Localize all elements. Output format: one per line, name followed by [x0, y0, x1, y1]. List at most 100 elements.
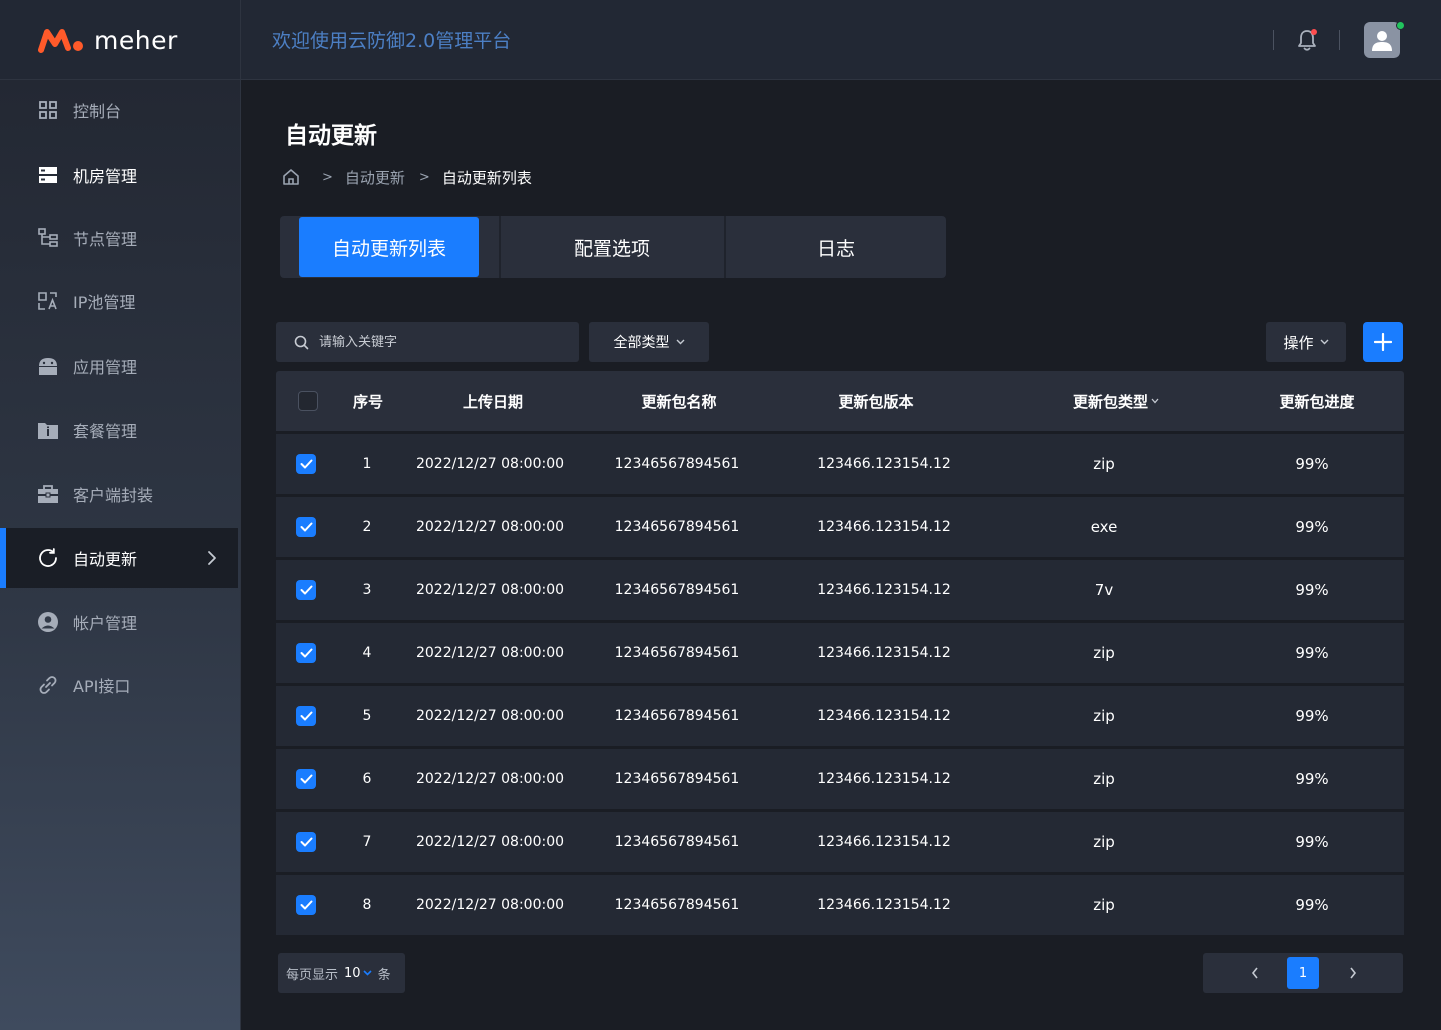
cell-type: zip [1093, 707, 1115, 725]
cell-name: 12346567894561 [614, 645, 740, 661]
row-checkbox[interactable] [296, 895, 316, 915]
column-header-version: 更新包版本 [838, 392, 914, 411]
row-checkbox[interactable] [296, 643, 316, 663]
folder-info-icon [37, 419, 59, 441]
row-checkbox[interactable] [296, 832, 316, 852]
cell-date: 2022/12/27 08:00:00 [415, 708, 565, 724]
breadcrumb-separator: > [418, 169, 430, 185]
cell-version: 123466.123154.12 [817, 456, 951, 472]
cell-name: 12346567894561 [614, 771, 740, 787]
tab-bar: 自动更新列表 配置选项 日志 [280, 216, 946, 278]
table-row[interactable]: 2 2022/12/27 08:00:00 12346567894561 123466… [276, 497, 1404, 557]
table-row[interactable]: 4 2022/12/27 08:00:00 12346567894561 123466… [276, 623, 1404, 683]
search-box [276, 322, 579, 362]
table-row[interactable]: 3 2022/12/27 08:00:00 12346567894561 123466… [276, 560, 1404, 620]
sidebar-item-label: API接口 [73, 677, 131, 696]
notification-badge [1311, 29, 1317, 35]
grid-icon [37, 99, 59, 121]
cell-progress: 99% [1295, 518, 1329, 536]
cell-type: zip [1093, 896, 1115, 914]
row-checkbox[interactable] [296, 706, 316, 726]
add-button[interactable] [1363, 322, 1403, 362]
cell-index: 4 [362, 645, 372, 661]
search-icon [294, 335, 309, 349]
sidebar-item-datacenter[interactable]: 机房管理 [0, 145, 238, 205]
cell-name: 12346567894561 [614, 897, 740, 913]
sidebar-item-label: 帐户管理 [73, 614, 138, 633]
row-checkbox-cell [291, 623, 321, 683]
type-filter-label: 全部类型 [613, 335, 670, 351]
cell-index: 8 [362, 897, 372, 913]
page-size-prefix: 每页显示 [286, 967, 339, 983]
row-checkbox[interactable] [296, 769, 316, 789]
row-checkbox-cell [291, 875, 321, 935]
page-size-value: 10 [344, 965, 361, 981]
user-icon [1372, 31, 1392, 51]
top-header: meher 欢迎使用云防御2.0管理平台 [0, 0, 1441, 80]
column-header-type[interactable]: 更新包类型 [1036, 371, 1196, 431]
table-row[interactable]: 7 2022/12/27 08:00:00 12346567894561 123466… [276, 812, 1404, 872]
actions-label: 操作 [1283, 333, 1314, 352]
user-avatar[interactable] [1364, 22, 1400, 58]
actions-dropdown[interactable]: 操作 [1266, 322, 1346, 362]
cell-version: 123466.123154.12 [817, 834, 951, 850]
tab-config[interactable]: 配置选项 [501, 216, 723, 278]
row-checkbox-cell [291, 686, 321, 746]
page-button-current[interactable]: 1 [1287, 957, 1319, 989]
link-icon [37, 674, 59, 696]
sidebar-item-label: 控制台 [73, 102, 122, 121]
home-icon[interactable] [282, 168, 300, 186]
sidebar-item-accounts[interactable]: 帐户管理 [0, 592, 238, 652]
tab-update-list[interactable]: 自动更新列表 [299, 217, 479, 277]
cell-type: exe [1090, 518, 1118, 536]
sidebar-item-dashboard[interactable]: 控制台 [0, 80, 238, 140]
sidebar-item-api[interactable]: API接口 [0, 655, 238, 715]
page-size-select[interactable]: 10 [344, 966, 372, 981]
cell-name: 12346567894561 [614, 456, 740, 472]
cell-version: 123466.123154.12 [817, 771, 951, 787]
next-page-button[interactable] [1337, 957, 1369, 989]
cell-index: 3 [362, 582, 372, 598]
prev-page-button[interactable] [1239, 957, 1271, 989]
row-checkbox[interactable] [296, 454, 316, 474]
column-header-index: 序号 [352, 392, 383, 411]
sidebar-item-auto-update[interactable]: 自动更新 [0, 528, 238, 588]
table-row[interactable]: 5 2022/12/27 08:00:00 12346567894561 123466… [276, 686, 1404, 746]
android-icon [37, 355, 59, 377]
breadcrumb-link[interactable]: 自动更新 [345, 167, 405, 188]
table-row[interactable]: 8 2022/12/27 08:00:00 12346567894561 123466… [276, 875, 1404, 935]
cell-date: 2022/12/27 08:00:00 [415, 771, 565, 787]
chevron-left-icon [1251, 967, 1258, 979]
cell-index: 1 [362, 456, 372, 472]
row-checkbox-cell [291, 749, 321, 809]
tab-logs[interactable]: 日志 [726, 216, 946, 278]
chevron-right-icon [1350, 967, 1357, 979]
cell-type: zip [1093, 833, 1115, 851]
table-row[interactable]: 1 2022/12/27 08:00:00 12346567894561 123466… [276, 434, 1404, 494]
search-input[interactable] [319, 334, 559, 350]
cell-index: 5 [362, 708, 372, 724]
cell-progress: 99% [1295, 896, 1329, 914]
table-row[interactable]: 6 2022/12/27 08:00:00 12346567894561 123466… [276, 749, 1404, 809]
select-all-checkbox[interactable] [298, 391, 318, 411]
page-title: 自动更新 [285, 123, 377, 149]
row-checkbox[interactable] [296, 580, 316, 600]
logo[interactable]: meher [0, 0, 241, 80]
type-filter-dropdown[interactable]: 全部类型 [589, 322, 709, 362]
page-size-control: 每页显示 10 条 [278, 953, 405, 993]
sidebar-item-label: 套餐管理 [73, 422, 138, 441]
column-header-name: 更新包名称 [641, 392, 717, 411]
meher-logo-icon [38, 29, 83, 53]
page-size-suffix: 条 [377, 967, 391, 983]
column-header-progress: 更新包进度 [1279, 392, 1355, 411]
row-checkbox-cell [291, 560, 321, 620]
row-checkbox[interactable] [296, 517, 316, 537]
tree-icon [37, 227, 59, 249]
cell-type: 7v [1094, 581, 1114, 599]
sidebar-item-apps[interactable]: 应用管理 [0, 336, 238, 396]
sidebar-item-packages[interactable]: 套餐管理 [0, 400, 238, 460]
sidebar-item-client-pack[interactable]: 客户端封装 [0, 464, 238, 524]
sidebar-item-nodes[interactable]: 节点管理 [0, 208, 238, 268]
sort-chevron-icon [1151, 398, 1159, 404]
sidebar-item-ip-pool[interactable]: IP池管理 [0, 271, 238, 331]
